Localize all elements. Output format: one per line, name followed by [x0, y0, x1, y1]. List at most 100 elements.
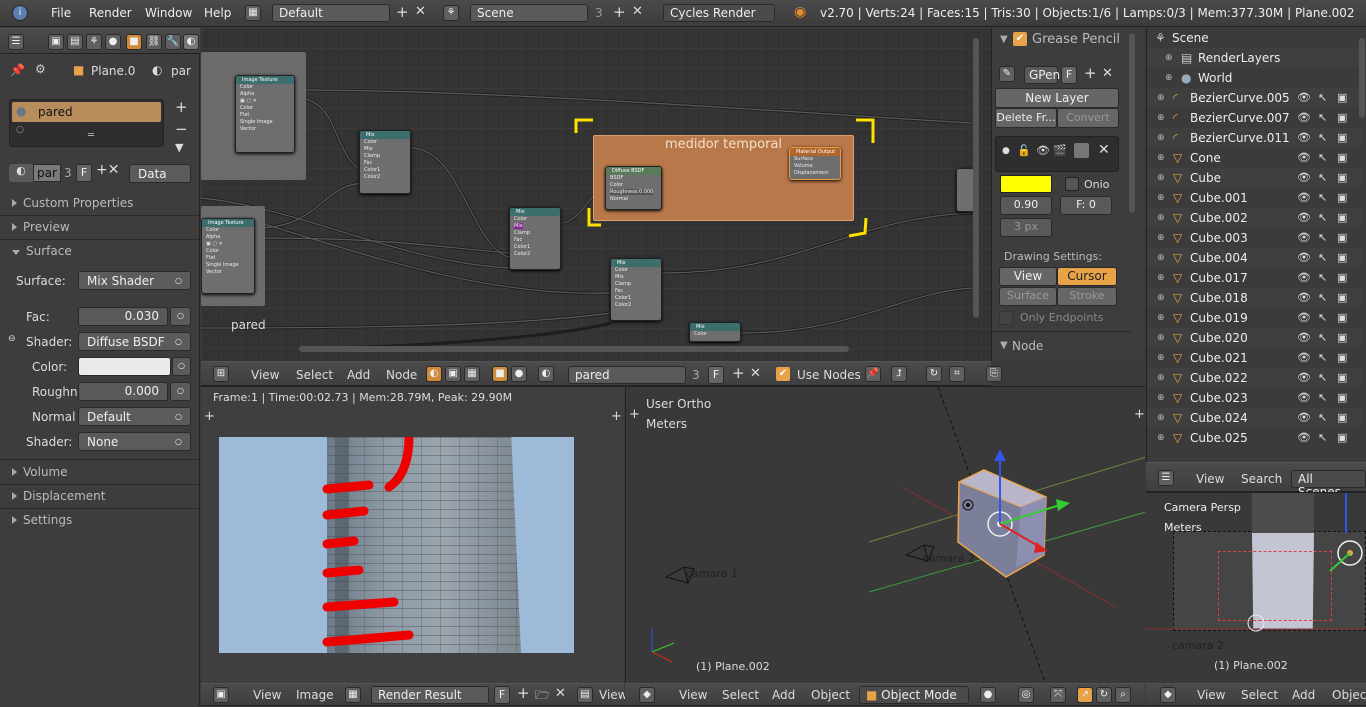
- visibility-icon[interactable]: 👁: [1297, 428, 1311, 448]
- image-unlink-icon[interactable]: ✕: [555, 686, 566, 701]
- renderable-icon[interactable]: ▣: [1337, 368, 1347, 388]
- node-editor-vscrollbar[interactable]: [973, 38, 979, 318]
- node-material-field[interactable]: pared: [568, 366, 686, 384]
- selectable-icon[interactable]: ↖: [1318, 248, 1327, 268]
- normal-select[interactable]: Default ○: [78, 407, 191, 426]
- material-slot-list[interactable]: ● pared ○ ═: [9, 99, 164, 147]
- convert-button[interactable]: Convert: [1057, 108, 1119, 128]
- expand-icon[interactable]: ⊕: [1157, 148, 1165, 168]
- delete-frame-button[interactable]: Delete Fr...: [995, 108, 1057, 128]
- outliner-item[interactable]: ⊕ ▽ Cube.018 👁 ↖ ▣: [1147, 288, 1362, 308]
- section-preview[interactable]: Preview: [12, 220, 70, 234]
- outliner-item[interactable]: ⊕ ▽ Cube.023 👁 ↖ ▣: [1147, 388, 1362, 408]
- expand-icon[interactable]: ⊕: [1157, 88, 1165, 108]
- frame-field[interactable]: F: 0: [1060, 196, 1112, 215]
- visibility-icon[interactable]: 👁: [1297, 348, 1311, 368]
- outliner-item[interactable]: ⊕ ▽ Cube 👁 ↖ ▣: [1147, 168, 1362, 188]
- selectable-icon[interactable]: ↖: [1318, 408, 1327, 428]
- go-parent-icon[interactable]: ⮥: [891, 366, 907, 382]
- image-new-icon[interactable]: +: [517, 684, 530, 702]
- visibility-icon[interactable]: 👁: [1297, 248, 1311, 268]
- roughness-link-icon[interactable]: ○: [170, 382, 191, 401]
- translate-icon[interactable]: ↗: [1077, 687, 1093, 703]
- onion-checkbox[interactable]: [1065, 177, 1079, 191]
- visibility-icon[interactable]: 👁: [1297, 388, 1311, 408]
- visibility-icon[interactable]: 👁: [1297, 168, 1311, 188]
- new-layer-button[interactable]: New Layer: [995, 88, 1119, 108]
- pin-node-tree-icon[interactable]: 📌: [865, 366, 881, 382]
- camera-viewport-type-icon[interactable]: ◆: [1160, 687, 1176, 703]
- selectable-icon[interactable]: ↖: [1318, 268, 1327, 288]
- visibility-icon[interactable]: 👁: [1297, 228, 1311, 248]
- remove-layer-icon[interactable]: ✕: [1098, 142, 1110, 158]
- section-surface[interactable]: Surface: [12, 244, 72, 258]
- camera-menu-add[interactable]: Add: [1292, 688, 1315, 702]
- grease-collapse-icon[interactable]: ▼: [1000, 34, 1008, 45]
- node-new-material-icon[interactable]: +: [732, 364, 745, 382]
- slot-specials-icon[interactable]: ▼: [175, 141, 183, 154]
- expand-icon[interactable]: ⊕: [1157, 408, 1165, 428]
- image-open-icon[interactable]: 🗁: [535, 686, 550, 707]
- editor-type-icon[interactable]: ☰: [8, 34, 24, 50]
- grease-pencil-icon[interactable]: ✎: [999, 66, 1015, 82]
- expand-icon[interactable]: ⊕: [1157, 388, 1165, 408]
- renderable-icon[interactable]: ▣: [1337, 188, 1347, 208]
- renderable-icon[interactable]: ▣: [1337, 308, 1347, 328]
- expand-icon[interactable]: ⊕: [1157, 268, 1165, 288]
- add-slot-icon[interactable]: +: [175, 98, 188, 116]
- copy-icon[interactable]: ⎘: [986, 366, 1002, 382]
- selectable-icon[interactable]: ↖: [1318, 108, 1327, 128]
- layers-tab-icon[interactable]: ▤: [67, 34, 83, 50]
- renderable-icon[interactable]: ▣: [1337, 208, 1347, 228]
- gpen-unlink-icon[interactable]: ✕: [1102, 66, 1113, 81]
- outliner-scrollbar[interactable]: [1359, 38, 1365, 118]
- object-mode-select[interactable]: ■ Object Mode: [859, 686, 969, 704]
- section-custom-properties[interactable]: Custom Properties: [12, 196, 133, 210]
- viewport-menu-select[interactable]: Select: [722, 688, 759, 702]
- outliner-item[interactable]: ⊕ ⚘ Scene: [1147, 28, 1362, 48]
- scene-field[interactable]: Scene: [470, 4, 588, 22]
- remove-scene-icon[interactable]: ✕: [632, 4, 643, 19]
- expand-icon[interactable]: ⊕: [1165, 48, 1173, 68]
- color-swatch[interactable]: [78, 357, 171, 376]
- layout-field[interactable]: Default: [272, 4, 390, 22]
- grease-scrollbar[interactable]: [1129, 33, 1135, 213]
- node-editor-canvas[interactable]: pared Image Texture Color Alpha ▣ ▢ ✕ Color F…: [201, 28, 991, 361]
- renderable-icon[interactable]: ▣: [1337, 148, 1347, 168]
- add-layout-icon[interactable]: +: [396, 3, 409, 21]
- outliner-item[interactable]: ⊕ ▽ Cube.021 👁 ↖ ▣: [1147, 348, 1362, 368]
- selectable-icon[interactable]: ↖: [1318, 308, 1327, 328]
- selectable-icon[interactable]: ↖: [1318, 168, 1327, 188]
- camera-menu-view[interactable]: View: [1197, 688, 1225, 702]
- add-scene-icon[interactable]: +: [613, 3, 626, 21]
- material-slot-item[interactable]: ● pared: [12, 102, 161, 122]
- shading-icon[interactable]: ●: [980, 687, 996, 703]
- outliner-display-select[interactable]: All Scenes: [1291, 470, 1366, 499]
- image-fake-user[interactable]: F: [494, 686, 510, 704]
- image-menu-image[interactable]: Image: [296, 688, 334, 702]
- material-browse-icon[interactable]: ◐: [9, 164, 33, 182]
- visibility-icon[interactable]: 👁: [1297, 368, 1311, 388]
- expand-icon[interactable]: ⊕: [1157, 168, 1165, 188]
- color-link-icon[interactable]: ○: [172, 357, 191, 376]
- expand-icon[interactable]: ⊕: [1165, 68, 1173, 88]
- selectable-icon[interactable]: ↖: [1318, 128, 1327, 148]
- remove-slot-icon[interactable]: −: [175, 120, 188, 138]
- expand-icon[interactable]: ⊕: [1157, 128, 1165, 148]
- object-shader-icon[interactable]: ■: [492, 366, 508, 382]
- selectable-icon[interactable]: ↖: [1318, 188, 1327, 208]
- compositing-nodes-icon[interactable]: ▣: [445, 366, 461, 382]
- manipulator-icon[interactable]: ⤧: [1050, 687, 1066, 703]
- snap-icon[interactable]: ⌗: [949, 366, 965, 382]
- node-menu-view[interactable]: View: [251, 368, 279, 382]
- node-menu-add[interactable]: Add: [347, 368, 370, 382]
- expand-icon[interactable]: ⊕: [1157, 428, 1165, 448]
- selectable-icon[interactable]: ↖: [1318, 208, 1327, 228]
- slot-grip-icon[interactable]: ═: [88, 130, 94, 141]
- shader2-select[interactable]: None ○: [78, 432, 191, 451]
- visibility-icon[interactable]: 👁: [1297, 208, 1311, 228]
- visibility-icon[interactable]: 👁: [1297, 128, 1311, 148]
- opacity-field[interactable]: 0.90: [1000, 196, 1052, 215]
- draw-surface-button[interactable]: Surface: [999, 287, 1057, 306]
- 3d-viewport[interactable]: User Ortho Meters + + camara 1 camara 2 …: [625, 386, 1145, 683]
